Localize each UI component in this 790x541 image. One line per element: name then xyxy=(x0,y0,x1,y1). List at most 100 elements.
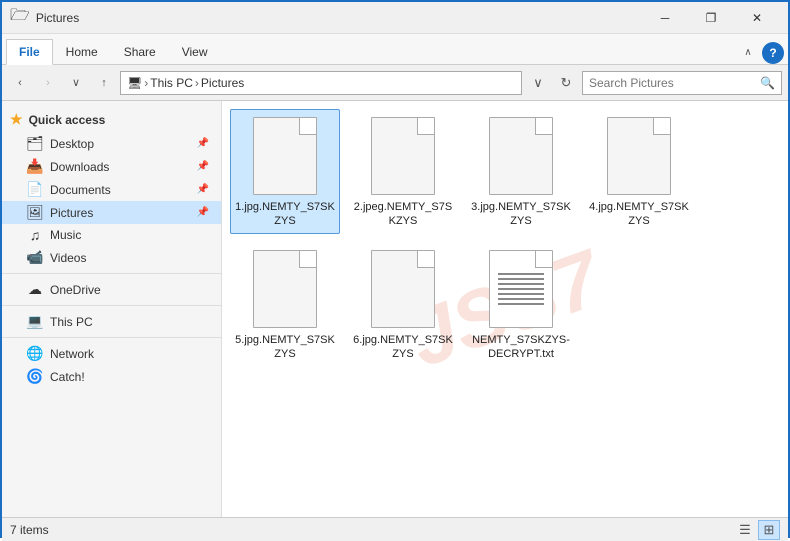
file-item-4[interactable]: 4.jpg.NEMTY_S7SKZYS xyxy=(584,109,694,234)
close-button[interactable]: ✕ xyxy=(734,2,780,34)
restore-button[interactable]: ❐ xyxy=(688,2,734,34)
file-icon-doc-3 xyxy=(489,117,553,195)
path-thispc: This PC xyxy=(150,76,193,90)
sidebar-label-music: Music xyxy=(50,228,81,242)
path-computer-icon: 🖥 xyxy=(127,76,142,90)
file-icon-doc-6 xyxy=(371,250,435,328)
desktop-icon: 🗂 xyxy=(26,135,44,152)
search-icon: 🔍 xyxy=(760,76,775,90)
network-icon: 🌐 xyxy=(26,345,44,362)
sidebar-label-onedrive: OneDrive xyxy=(50,283,101,297)
sidebar-item-thispc[interactable]: 💻 This PC xyxy=(2,310,221,333)
refresh-button[interactable]: ↻ xyxy=(554,71,578,95)
videos-icon: 📹 xyxy=(26,249,44,266)
file-icon-doc-7 xyxy=(489,250,553,328)
sidebar-item-onedrive[interactable]: ☁ OneDrive xyxy=(2,278,221,301)
quick-access-label: Quick access xyxy=(29,113,106,127)
downloads-icon: 📥 xyxy=(26,158,44,175)
back-button[interactable]: ‹ xyxy=(8,71,32,95)
file-item-2[interactable]: 2.jpeg.NEMTY_S7SKZYS xyxy=(348,109,458,234)
pin-icon-pictures: 📌 xyxy=(197,207,209,218)
sidebar-label-network: Network xyxy=(50,347,94,361)
tab-view[interactable]: View xyxy=(169,38,221,64)
ribbon: File Home Share View ∧ ? xyxy=(2,34,788,65)
status-bar: 7 items ☰ ⊞ xyxy=(2,517,788,541)
view-list-button[interactable]: ☰ xyxy=(734,520,756,540)
sidebar-item-catch[interactable]: 🌀 Catch! xyxy=(2,365,221,388)
file-icon-doc-2 xyxy=(371,117,435,195)
onedrive-icon: ☁ xyxy=(26,281,44,298)
thispc-icon: 💻 xyxy=(26,313,44,330)
file-name-6: 6.jpg.NEMTY_S7SKZYS xyxy=(353,333,453,362)
file-name-2: 2.jpeg.NEMTY_S7SKZYS xyxy=(353,200,453,229)
file-name-4: 4.jpg.NEMTY_S7SKZYS xyxy=(589,200,689,229)
sidebar-divider-3 xyxy=(2,337,221,338)
sidebar-divider-1 xyxy=(2,273,221,274)
file-icon-wrapper-7 xyxy=(481,249,561,329)
sidebar-label-documents: Documents xyxy=(50,183,111,197)
file-name-1: 1.jpg.NEMTY_S7SKZYS xyxy=(235,200,335,229)
window-icon: 🗁 xyxy=(10,4,30,31)
file-icon-wrapper-5 xyxy=(245,249,325,329)
recent-locations-button[interactable]: ∨ xyxy=(64,71,88,95)
file-icon-doc-1 xyxy=(253,117,317,195)
file-item-7[interactable]: NEMTY_S7SKZYS-DECRYPT.txt xyxy=(466,242,576,367)
file-name-7: NEMTY_S7SKZYS-DECRYPT.txt xyxy=(471,333,571,362)
tab-home[interactable]: Home xyxy=(53,38,111,64)
sidebar-item-downloads[interactable]: 📥 Downloads 📌 xyxy=(2,155,221,178)
sidebar-item-documents[interactable]: 📄 Documents 📌 xyxy=(2,178,221,201)
search-box[interactable]: 🔍 xyxy=(582,71,782,95)
sidebar-divider-2 xyxy=(2,305,221,306)
file-item-6[interactable]: 6.jpg.NEMTY_S7SKZYS xyxy=(348,242,458,367)
up-button[interactable]: ↑ xyxy=(92,71,116,95)
main-area: ★ Quick access 🗂 Desktop 📌 📥 Downloads 📌… xyxy=(2,101,788,517)
documents-icon: 📄 xyxy=(26,181,44,198)
music-icon: ♫ xyxy=(26,227,44,243)
title-bar: 🗁 Pictures ─ ❐ ✕ xyxy=(2,2,788,34)
sidebar-item-videos[interactable]: 📹 Videos xyxy=(2,246,221,269)
sidebar-item-desktop[interactable]: 🗂 Desktop 📌 xyxy=(2,132,221,155)
file-item-1[interactable]: 1.jpg.NEMTY_S7SKZYS xyxy=(230,109,340,234)
address-path[interactable]: 🖥 › This PC › Pictures xyxy=(120,71,522,95)
sidebar-label-pictures: Pictures xyxy=(50,206,93,220)
file-area: JSS7 1.jpg.NEMTY_S7SKZYS 2.jpeg.NEMTY_S7… xyxy=(222,101,788,517)
quick-access-header[interactable]: ★ Quick access xyxy=(2,105,221,132)
sidebar-item-network[interactable]: 🌐 Network xyxy=(2,342,221,365)
path-pictures: Pictures xyxy=(201,76,244,90)
dropdown-path-button[interactable]: ∨ xyxy=(526,71,550,95)
forward-button[interactable]: › xyxy=(36,71,60,95)
ribbon-tabs: File Home Share View ∧ ? xyxy=(2,34,788,64)
ribbon-collapse-button[interactable]: ∧ xyxy=(738,40,758,64)
sidebar-item-music[interactable]: ♫ Music xyxy=(2,224,221,246)
file-icon-wrapper-2 xyxy=(363,116,443,196)
file-icon-doc-5 xyxy=(253,250,317,328)
pin-icon-desktop: 📌 xyxy=(197,138,209,149)
file-icon-wrapper-6 xyxy=(363,249,443,329)
view-icons-button[interactable]: ⊞ xyxy=(758,520,780,540)
sidebar-label-desktop: Desktop xyxy=(50,137,94,151)
file-grid: 1.jpg.NEMTY_S7SKZYS 2.jpeg.NEMTY_S7SKZYS… xyxy=(230,109,780,366)
file-item-3[interactable]: 3.jpg.NEMTY_S7SKZYS xyxy=(466,109,576,234)
file-name-5: 5.jpg.NEMTY_S7SKZYS xyxy=(235,333,335,362)
star-icon: ★ xyxy=(10,111,23,128)
window-title: Pictures xyxy=(36,11,642,25)
pictures-icon: 🖼 xyxy=(26,204,44,221)
minimize-button[interactable]: ─ xyxy=(642,2,688,34)
help-button[interactable]: ? xyxy=(762,42,784,64)
tab-file[interactable]: File xyxy=(6,39,53,65)
pin-icon-downloads: 📌 xyxy=(197,161,209,172)
status-count: 7 items xyxy=(10,523,734,537)
sidebar-label-catch: Catch! xyxy=(50,370,85,384)
file-icon-wrapper-1 xyxy=(245,116,325,196)
address-bar: ‹ › ∨ ↑ 🖥 › This PC › Pictures ∨ ↻ 🔍 xyxy=(2,65,788,101)
view-toggle: ☰ ⊞ xyxy=(734,520,780,540)
search-input[interactable] xyxy=(589,76,760,90)
pin-icon-documents: 📌 xyxy=(197,184,209,195)
sidebar: ★ Quick access 🗂 Desktop 📌 📥 Downloads 📌… xyxy=(2,101,222,517)
catch-icon: 🌀 xyxy=(26,368,44,385)
file-item-5[interactable]: 5.jpg.NEMTY_S7SKZYS xyxy=(230,242,340,367)
tab-share[interactable]: Share xyxy=(111,38,169,64)
file-icon-doc-4 xyxy=(607,117,671,195)
file-name-3: 3.jpg.NEMTY_S7SKZYS xyxy=(471,200,571,229)
sidebar-item-pictures[interactable]: 🖼 Pictures 📌 xyxy=(2,201,221,224)
